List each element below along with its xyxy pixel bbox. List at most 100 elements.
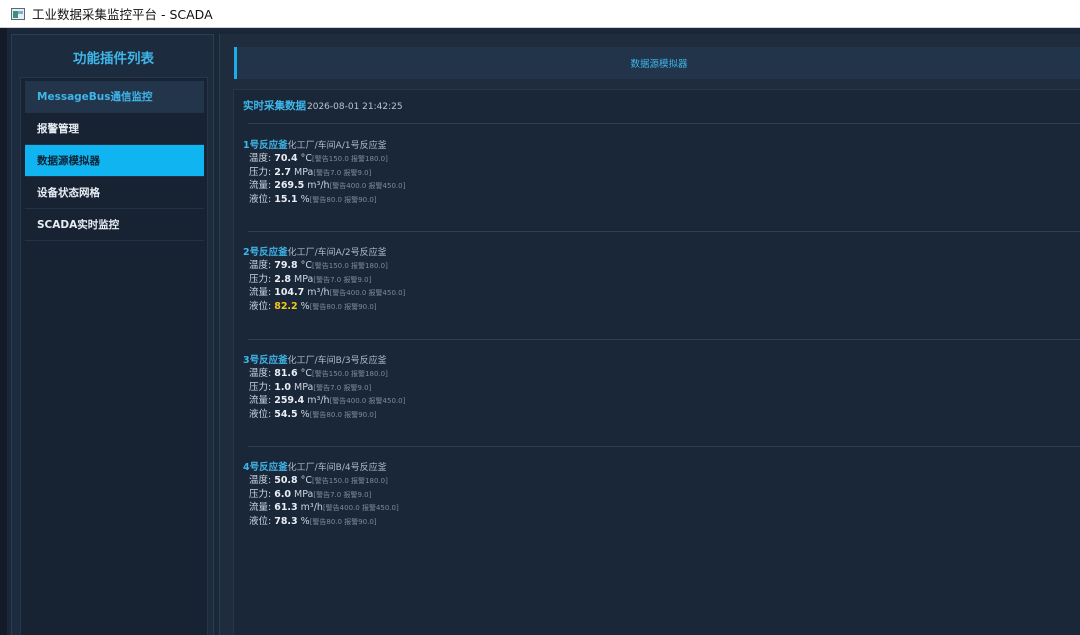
reactor-title: 2号反应釜 化工厂/车间A/2号反应釜 — [243, 244, 643, 258]
main-panel: 数据源模拟器 实时采集数据 2026-08-01 21:42:25 1号反应釜 … — [219, 34, 1080, 635]
plugin-item-data-simulator[interactable]: 数据源模拟器 — [25, 145, 204, 177]
metric-label: 温度: — [249, 260, 272, 271]
plugin-header: 数据源模拟器 — [234, 47, 1080, 79]
metric-label: 压力: — [249, 166, 272, 178]
metric-unit: % — [300, 300, 310, 312]
plugin-header-title: 数据源模拟器 — [630, 59, 688, 70]
metric-level: 液位: 54.5 % [警告80.0 报警90.0] — [243, 406, 643, 420]
metric-unit: MPa — [294, 166, 314, 178]
reactor-path: 化工厂/车间A/1号反应釜 — [287, 141, 387, 151]
reactor-name: 3号反应釜 — [243, 355, 288, 366]
metric-value: 79.8 — [274, 260, 298, 271]
reactor-name: 2号反应釜 — [243, 247, 288, 258]
reactor-path: 化工厂/车间A/2号反应釜 — [287, 248, 387, 258]
metric-level: 液位: 15.1 % [警告80.0 报警90.0] — [243, 191, 643, 205]
metric-thresholds: [警告400.0 报警450.0] — [329, 182, 406, 190]
metric-value-warning: 82.2 — [274, 300, 298, 312]
metric-value: 81.6 — [274, 368, 298, 379]
metric-pressure: 压力: 2.7 MPa [警告7.0 报警9.0] — [243, 164, 643, 178]
app-icon — [11, 7, 25, 20]
window-left-edge — [0, 28, 7, 635]
metric-label: 液位: — [249, 515, 272, 527]
reactor-title: 1号反应釜 化工厂/车间A/1号反应釜 — [243, 137, 643, 151]
plugin-item-label: 报警管理 — [37, 123, 79, 135]
window-titlebar[interactable]: 工业数据采集监控平台 - SCADA — [0, 0, 1080, 28]
metric-label: 流量: — [249, 502, 272, 513]
divider — [248, 123, 1080, 124]
metric-thresholds: [警告80.0 报警90.0] — [309, 195, 377, 204]
metric-value: 70.4 — [274, 153, 298, 164]
metric-unit: % — [300, 193, 310, 205]
metric-label: 压力: — [249, 273, 272, 285]
reactor-path: 化工厂/车间B/3号反应釜 — [287, 356, 387, 366]
metric-unit: °C — [300, 153, 313, 164]
metric-value: 1.0 — [274, 381, 292, 393]
metric-temperature: 温度: 50.8 °C [警告150.0 报警180.0] — [243, 472, 643, 486]
metric-thresholds: [警告150.0 报警180.0] — [312, 477, 388, 485]
plugin-item-alarm-management[interactable]: 报警管理 — [25, 113, 204, 145]
metric-unit: °C — [300, 368, 313, 379]
metric-unit: m³/h — [307, 287, 330, 298]
metric-unit: m³/h — [300, 502, 323, 513]
plugin-item-label: 设备状态网格 — [37, 187, 100, 199]
divider — [248, 446, 1080, 447]
metric-temperature: 温度: 81.6 °C [警告150.0 报警180.0] — [243, 365, 643, 379]
metric-thresholds: [警告7.0 报警9.0] — [313, 168, 372, 177]
metric-thresholds: [警告80.0 报警90.0] — [309, 517, 377, 526]
metric-thresholds: [警告80.0 报警90.0] — [309, 410, 377, 419]
metric-unit: m³/h — [307, 395, 330, 406]
metric-thresholds: [警告7.0 报警9.0] — [313, 275, 372, 284]
metric-value: 61.3 — [274, 502, 298, 513]
metric-pressure: 压力: 2.8 MPa [警告7.0 报警9.0] — [243, 271, 643, 285]
metric-flow: 流量: 269.5 m³/h [警告400.0 报警450.0] — [243, 177, 643, 191]
metric-value: 259.4 — [274, 395, 305, 406]
realtime-data-panel[interactable]: 实时采集数据 2026-08-01 21:42:25 1号反应釜 化工厂/车间A… — [233, 89, 1080, 635]
metric-label: 流量: — [249, 180, 272, 191]
plugin-item-scada-monitor[interactable]: SCADA实时监控 — [25, 209, 204, 241]
metric-value: 2.8 — [274, 273, 292, 285]
metric-thresholds: [警告150.0 报警180.0] — [312, 155, 388, 163]
metric-label: 液位: — [249, 408, 272, 420]
reactor-block: 2号反应釜 化工厂/车间A/2号反应釜 温度: 79.8 °C [警告150.0… — [243, 244, 643, 312]
metric-level: 液位: 78.3 % [警告80.0 报警90.0] — [243, 513, 643, 527]
metric-label: 流量: — [249, 395, 272, 406]
reactor-title: 3号反应釜 化工厂/车间B/3号反应釜 — [243, 352, 643, 366]
metric-pressure: 压力: 1.0 MPa [警告7.0 报警9.0] — [243, 379, 643, 393]
reactor-path: 化工厂/车间B/4号反应釜 — [287, 463, 387, 473]
metric-unit: MPa — [294, 381, 314, 393]
metric-temperature: 温度: 70.4 °C [警告150.0 报警180.0] — [243, 150, 643, 164]
reactor-block: 3号反应釜 化工厂/车间B/3号反应釜 温度: 81.6 °C [警告150.0… — [243, 352, 643, 420]
metric-flow: 流量: 104.7 m³/h [警告400.0 报警450.0] — [243, 284, 643, 298]
divider — [248, 339, 1080, 340]
metric-pressure: 压力: 6.0 MPa [警告7.0 报警9.0] — [243, 486, 643, 500]
reactor-block: 4号反应釜 化工厂/车间B/4号反应釜 温度: 50.8 °C [警告150.0… — [243, 459, 643, 527]
reactor-title: 4号反应釜 化工厂/车间B/4号反应釜 — [243, 459, 643, 473]
sidebar-title: 功能插件列表 — [73, 51, 154, 67]
window-title: 工业数据采集监控平台 - SCADA — [32, 7, 213, 22]
metric-thresholds: [警告80.0 报警90.0] — [309, 302, 377, 311]
metric-thresholds: [警告150.0 报警180.0] — [312, 262, 388, 270]
metric-label: 压力: — [249, 488, 272, 500]
metric-unit: MPa — [294, 488, 314, 500]
metric-value: 50.8 — [274, 475, 298, 486]
plugin-item-device-grid[interactable]: 设备状态网格 — [25, 177, 204, 209]
metric-value: 2.7 — [274, 166, 292, 178]
metric-flow: 流量: 259.4 m³/h [警告400.0 报警450.0] — [243, 392, 643, 406]
metric-value: 78.3 — [274, 515, 298, 527]
plugin-item-label: 数据源模拟器 — [37, 155, 100, 167]
metric-value: 15.1 — [274, 193, 298, 205]
metric-unit: % — [300, 408, 310, 420]
reactor-block: 1号反应釜 化工厂/车间A/1号反应釜 温度: 70.4 °C [警告150.0… — [243, 137, 643, 205]
metric-unit: m³/h — [307, 180, 330, 191]
metric-value: 269.5 — [274, 180, 305, 191]
metric-unit: °C — [300, 475, 313, 486]
metric-thresholds: [警告150.0 报警180.0] — [312, 370, 388, 378]
metric-value: 104.7 — [274, 287, 305, 298]
plugin-item-messagebus[interactable]: MessageBus通信监控 — [25, 81, 204, 113]
metric-thresholds: [警告400.0 报警450.0] — [329, 397, 406, 405]
metric-flow: 流量: 61.3 m³/h [警告400.0 报警450.0] — [243, 499, 643, 513]
metric-unit: % — [300, 515, 310, 527]
plugin-sidebar: 功能插件列表 MessageBus通信监控 报警管理 数据源模拟器 设备状态网格… — [11, 34, 214, 635]
plugin-item-label: SCADA实时监控 — [37, 219, 120, 231]
metric-thresholds: [警告400.0 报警450.0] — [322, 504, 399, 512]
